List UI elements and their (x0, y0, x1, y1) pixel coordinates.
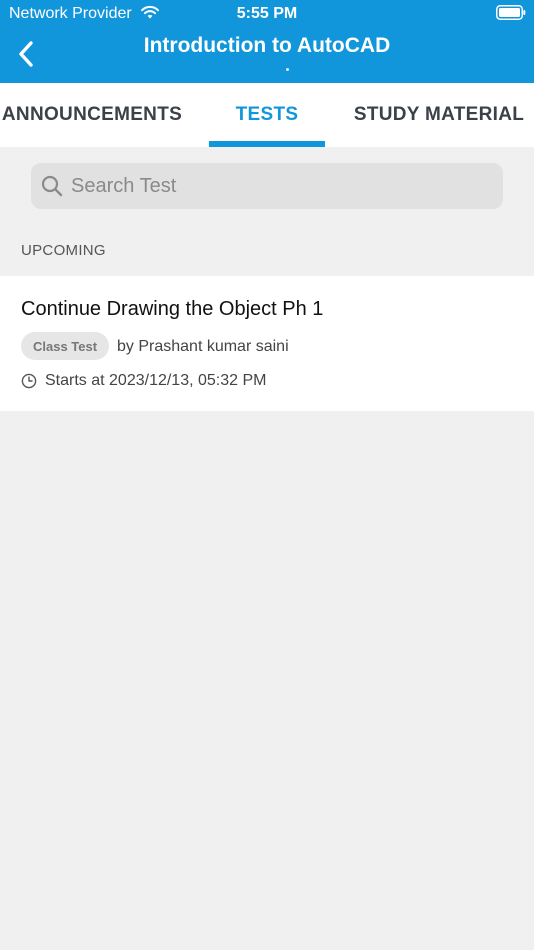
battery-icon (496, 5, 526, 20)
test-type-badge: Class Test (21, 332, 110, 360)
test-card[interactable]: Continue Drawing the Object Ph 1 Class T… (0, 276, 534, 411)
test-start-time: Starts at 2023/12/13, 05:32 PM (45, 372, 267, 389)
status-bar: Network Provider 5:55 PM (0, 0, 534, 28)
header-bar: Network Provider 5:55 PM Introduction to… (0, 0, 534, 83)
app-screen: Network Provider 5:55 PM Introduction to… (0, 0, 534, 950)
chevron-left-icon (19, 41, 33, 67)
tab-bar: ANNOUNCEMENTS TESTS STUDY MATERIAL (0, 83, 534, 147)
title-dot (286, 68, 289, 71)
search-bar[interactable] (31, 163, 503, 209)
test-title: Continue Drawing the Object Ph 1 (21, 298, 324, 320)
back-button[interactable] (12, 38, 40, 70)
search-icon (41, 175, 63, 197)
status-time: 5:55 PM (236, 5, 298, 22)
tab-tests[interactable]: TESTS (209, 83, 325, 147)
test-author: by Prashant kumar saini (117, 338, 289, 355)
tab-announcements[interactable]: ANNOUNCEMENTS (0, 83, 196, 147)
section-label-upcoming: UPCOMING (21, 242, 106, 259)
clock-icon (21, 373, 37, 389)
tab-study-material[interactable]: STUDY MATERIAL (344, 83, 534, 147)
search-input[interactable] (71, 174, 471, 198)
active-tab-indicator (209, 141, 325, 147)
page-title: Introduction to AutoCAD (143, 34, 391, 57)
